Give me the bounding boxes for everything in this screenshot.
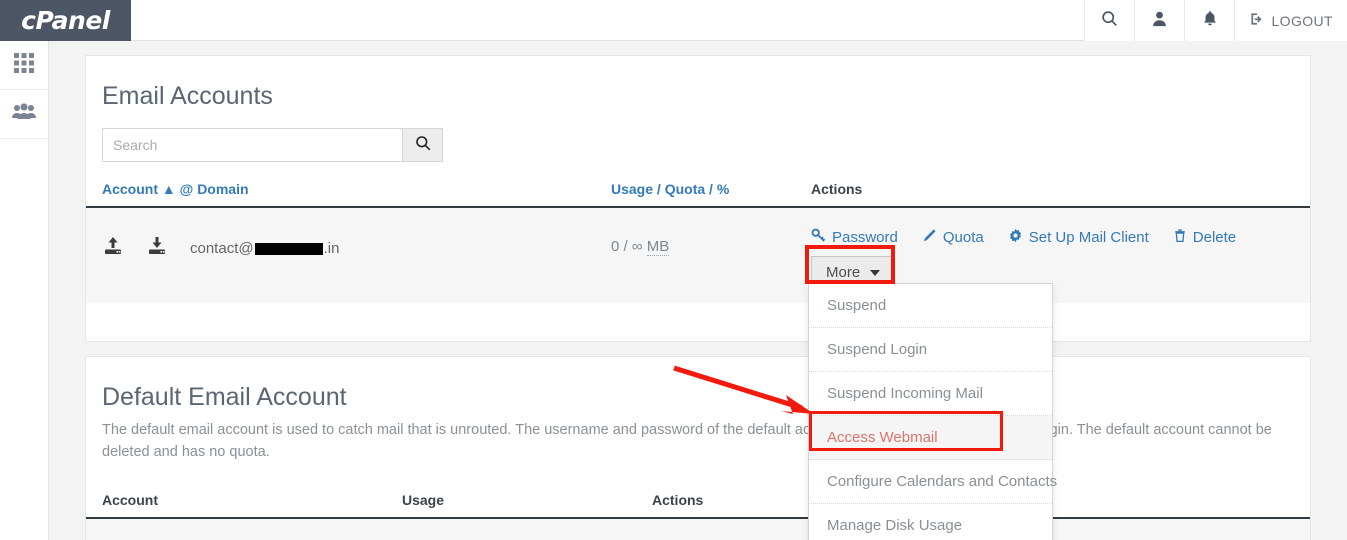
users-group-icon	[12, 101, 36, 128]
account-cell: contact@ .in	[102, 220, 611, 261]
delete-label: Delete	[1192, 229, 1237, 246]
column-header-usage: Usage	[402, 491, 445, 508]
notifications-icon-button[interactable]	[1184, 0, 1235, 41]
action-buttons: Password Quota Set Up Mail Client Delete	[811, 222, 1310, 247]
column-header-actions: Actions	[811, 181, 863, 197]
account-email-prefix: contact@	[190, 240, 254, 257]
bell-icon	[1202, 10, 1218, 32]
column-header-quota-label: Quota	[664, 181, 706, 197]
email-accounts-table: Account ▲ @ Domain Usage / Quota / % Act…	[86, 181, 1310, 303]
account-email-address: contact@ .in	[190, 240, 339, 257]
column-header-usage-label: Usage	[611, 181, 654, 197]
column-header-account: Account	[102, 491, 158, 508]
key-icon	[811, 228, 826, 247]
account-email-suffix: .in	[323, 240, 340, 257]
apps-grid-icon	[13, 52, 35, 79]
sort-ascending-icon: ▲	[161, 181, 176, 197]
sidebar-item-users[interactable]	[0, 90, 48, 139]
actions-cell: Password Quota Set Up Mail Client Delete…	[811, 220, 1310, 289]
left-sidebar	[0, 41, 49, 540]
search-input[interactable]	[102, 128, 402, 162]
default-account-table-header: Account Usage Actions	[86, 492, 1310, 519]
default-account-title: Default Email Account	[102, 383, 347, 411]
password-button[interactable]: Password	[811, 228, 898, 247]
password-label: Password	[832, 229, 898, 246]
logout-button[interactable]: LOGOUT	[1234, 0, 1347, 41]
cpanel-logo[interactable]: cPanel	[0, 0, 131, 41]
main-content: Email Accounts Account ▲ @ Domain	[49, 41, 1347, 540]
quota-label: Quota	[942, 229, 984, 246]
search-bar	[102, 128, 443, 162]
email-accounts-card: Email Accounts Account ▲ @ Domain	[85, 55, 1311, 342]
column-header-percent-label: %	[716, 181, 730, 197]
trash-icon	[1173, 228, 1187, 247]
pencil-icon	[922, 228, 937, 247]
usage-value: 0 / ∞	[611, 238, 643, 255]
column-header-domain-label: Domain	[197, 181, 249, 197]
quota-button[interactable]: Quota	[922, 228, 984, 247]
menu-item-configure-calendars-and-contacts[interactable]: Configure Calendars and Contacts	[809, 460, 1057, 504]
page-title: Email Accounts	[102, 82, 273, 110]
column-header-usage-quota[interactable]: Usage / Quota / %	[611, 181, 811, 197]
column-header-account[interactable]: Account ▲ @ Domain	[102, 181, 611, 197]
default-email-account-card: Default Email Account The default email …	[85, 356, 1311, 540]
upload-icon[interactable]	[102, 236, 124, 261]
sidebar-item-apps[interactable]	[0, 41, 48, 90]
menu-item-manage-disk-usage[interactable]: Manage Disk Usage	[809, 504, 1052, 540]
table-header-row: Account ▲ @ Domain Usage / Quota / % Act…	[86, 181, 1310, 208]
header-actions: LOGOUT	[1084, 0, 1347, 41]
menu-item-suspend-incoming-mail[interactable]: Suspend Incoming Mail	[809, 372, 1052, 416]
user-icon-button[interactable]	[1134, 0, 1185, 41]
search-icon	[415, 135, 431, 156]
cpanel-logo-text: cPanel	[21, 6, 110, 35]
table-row: contact@ .in 0 / ∞ MB Password Quota Set…	[86, 208, 1310, 303]
chevron-down-icon	[870, 269, 881, 276]
gear-icon	[1008, 228, 1023, 247]
column-header-at-symbol: @	[179, 181, 194, 197]
redacted-domain	[254, 242, 323, 255]
separator-1: /	[656, 181, 661, 197]
search-icon-button[interactable]	[1084, 0, 1135, 41]
more-dropdown-menu: Suspend Suspend Login Suspend Incoming M…	[808, 283, 1057, 540]
cpanel-page: cPanel LOGOUT Email Accounts Search Acco…	[0, 0, 1347, 540]
menu-item-suspend[interactable]: Suspend	[809, 284, 1052, 328]
menu-item-access-webmail[interactable]: Access Webmail	[809, 416, 1052, 460]
menu-item-suspend-login[interactable]: Suspend Login	[809, 328, 1052, 372]
separator-2: /	[709, 181, 713, 197]
logout-icon	[1249, 11, 1265, 30]
usage-unit: MB	[646, 238, 670, 256]
top-header-bar: cPanel LOGOUT	[0, 0, 1347, 41]
more-button-label: More	[826, 264, 861, 281]
search-submit-button[interactable]	[402, 128, 443, 162]
set-up-mail-client-button[interactable]: Set Up Mail Client	[1008, 228, 1149, 247]
download-icon[interactable]	[146, 236, 168, 261]
user-icon	[1151, 10, 1168, 32]
delete-button[interactable]: Delete	[1173, 228, 1236, 247]
column-header-account-label: Account	[102, 181, 158, 197]
usage-cell: 0 / ∞ MB	[611, 220, 811, 256]
search-icon	[1101, 10, 1118, 32]
set-up-mail-client-label: Set Up Mail Client	[1028, 229, 1149, 246]
default-account-description: The default email account is used to cat…	[102, 422, 1272, 460]
logout-label: LOGOUT	[1271, 12, 1333, 29]
default-account-row	[86, 518, 1310, 540]
